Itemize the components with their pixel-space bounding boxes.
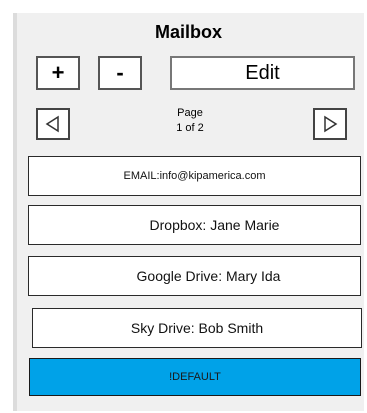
page-label: Page [177, 107, 203, 119]
remove-button-label: - [116, 60, 124, 85]
mailbox-title: Mailbox [154, 22, 222, 42]
panel-left-edge [13, 13, 17, 411]
mailbox-item-default-label: !DEFAULT [169, 371, 221, 383]
mailbox-item-google-drive[interactable]: Google Drive: Mary Ida [28, 256, 361, 296]
triangle-right-icon [324, 115, 338, 133]
mailbox-item-sky-drive[interactable]: Sky Drive: Bob Smith [32, 308, 362, 348]
triangle-left-icon [45, 115, 59, 133]
previous-page-button[interactable] [36, 108, 70, 140]
mailbox-item-label: Dropbox: Jane Marie [149, 217, 280, 233]
add-button-label: + [51, 60, 65, 85]
next-page-button[interactable] [313, 108, 347, 140]
mailbox-item-label: Google Drive: Mary Ida [136, 268, 281, 284]
add-button[interactable]: + [36, 56, 80, 90]
mailbox-item-default[interactable]: !DEFAULT [29, 358, 361, 396]
mailbox-item-label: Sky Drive: Bob Smith [130, 320, 264, 336]
page-of-label: 1 of 2 [176, 122, 204, 134]
mailbox-item-email[interactable]: EMAIL:info@kipamerica.com [28, 156, 361, 196]
remove-button[interactable]: - [98, 56, 142, 90]
mailbox-item-dropbox[interactable]: Dropbox: Jane Marie [28, 205, 361, 245]
edit-button[interactable]: Edit [170, 56, 355, 90]
page-indicator: Page 1 of 2 [140, 106, 240, 136]
edit-button-label: Edit [245, 61, 280, 84]
mailbox-item-label: EMAIL:info@kipamerica.com [123, 170, 266, 182]
